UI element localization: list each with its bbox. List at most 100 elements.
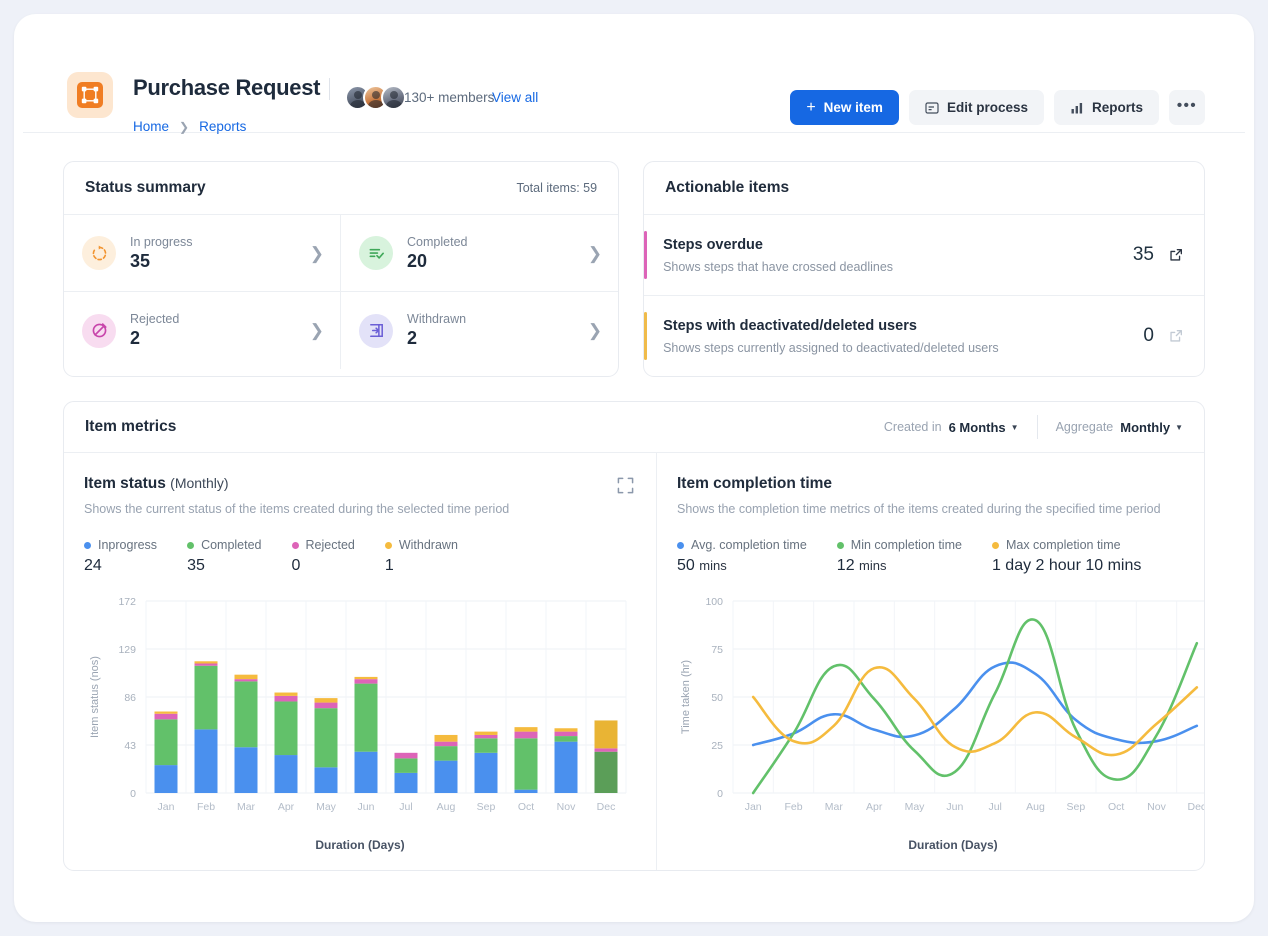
legend-value: 1 day 2 hour 10 mins	[992, 557, 1141, 575]
item-status-bar-chart: Item status (nos) 0 43 86 129 172 Jan Feb Mar Apr…	[89, 596, 627, 813]
item-status-legend: Inprogress 24 Completed 35 Rejected 0 Wi…	[84, 538, 636, 575]
status-cell-text: Completed 20	[407, 235, 574, 272]
item-metrics-title: Item metrics	[85, 418, 177, 435]
status-cell-in-progress[interactable]: In progress 35 ❯	[64, 215, 342, 292]
item-status-plot: Item status (nos) 0 43 86 129 172 Jan Feb Mar Apr…	[84, 591, 636, 852]
new-item-label: New item	[823, 100, 883, 115]
svg-text:Oct: Oct	[518, 801, 534, 813]
breadcrumb-item-home[interactable]: Home	[133, 119, 169, 134]
status-label: In progress	[130, 234, 193, 249]
member-avatars[interactable]	[345, 85, 406, 110]
more-options-button[interactable]: •••	[1169, 90, 1205, 125]
external-link-icon	[1168, 328, 1184, 344]
legend-top: Rejected	[291, 538, 355, 552]
svg-text:Sep: Sep	[1066, 801, 1085, 813]
legend-value-unit: mins	[859, 558, 887, 573]
page-body: Status summary Total items: 59 In progre…	[23, 133, 1245, 871]
network-nodes-icon	[77, 82, 103, 108]
reports-label: Reports	[1091, 100, 1143, 115]
svg-text:Apr: Apr	[866, 801, 883, 813]
legend-top: Completed	[187, 538, 262, 552]
aggregate-dropdown[interactable]: Monthly ▼	[1120, 420, 1183, 435]
status-grid: In progress 35 ❯ Completed 20 ❯ Rejected…	[64, 215, 619, 369]
completion-time-title: Item completion time	[677, 475, 833, 492]
actionable-row-title: Steps with deactivated/deleted users	[663, 317, 917, 334]
legend-dot-icon	[836, 541, 844, 549]
svg-text:Oct: Oct	[1108, 801, 1124, 813]
svg-text:Aug: Aug	[437, 801, 456, 813]
app-inner: Purchase Request 130+ members View all H…	[23, 23, 1245, 913]
external-link-icon[interactable]	[1168, 247, 1184, 263]
item-status-panel: Item status (Monthly) Shows the current …	[64, 453, 657, 870]
svg-text:May: May	[905, 801, 926, 813]
ellipsis-icon: •••	[1176, 96, 1198, 114]
actionable-row-count: 35	[1132, 244, 1154, 265]
svg-text:May: May	[316, 801, 337, 813]
item-status-title-main: Item status	[84, 475, 166, 492]
legend-value: 35	[187, 557, 205, 574]
svg-text:Nov: Nov	[557, 801, 576, 813]
actionable-row-steps-overdue[interactable]: Steps overdue Shows steps that have cros…	[644, 215, 1204, 296]
bar-chart-icon	[1070, 101, 1084, 115]
status-value: 20	[407, 250, 428, 271]
header-actions: + New item Edit process Reports •••	[790, 90, 1205, 125]
svg-text:0: 0	[717, 788, 723, 800]
legend-top: Min completion time	[836, 538, 962, 552]
svg-text:0: 0	[130, 788, 136, 800]
plus-icon: +	[806, 98, 816, 116]
svg-text:Time taken (hr): Time taken (hr)	[680, 660, 692, 734]
breadcrumb-item-reports[interactable]: Reports	[199, 119, 246, 134]
status-cell-completed[interactable]: Completed 20 ❯	[341, 215, 619, 292]
completion-time-legend: Avg. completion time 50 mins Min complet…	[677, 538, 1204, 575]
status-label: Rejected	[130, 312, 180, 326]
legend-dot-icon	[187, 541, 195, 549]
status-cell-text: In progress 35	[130, 235, 296, 272]
actionable-row-deactivated-users[interactable]: Steps with deactivated/deleted users Sho…	[644, 296, 1204, 376]
created-in-dropdown[interactable]: 6 Months ▼	[949, 420, 1019, 435]
aggregate-label: Aggregate	[1055, 420, 1114, 434]
block-circle-icon	[82, 313, 116, 348]
svg-text:Dec: Dec	[597, 801, 616, 813]
chevron-down-icon: ▼	[1010, 422, 1019, 432]
aggregate-value: Monthly	[1120, 419, 1171, 435]
status-summary-header: Status summary Total items: 59	[64, 162, 619, 215]
legend-top: Inprogress	[84, 538, 157, 552]
process-icon	[925, 101, 939, 115]
app-logo	[67, 72, 113, 118]
reports-button[interactable]: Reports	[1053, 90, 1159, 125]
screen-root: Purchase Request 130+ members View all H…	[0, 0, 1268, 936]
status-summary-title: Status summary	[85, 179, 206, 196]
page-title: Purchase Request	[133, 75, 321, 100]
legend-item-max-completion: Max completion time 1 day 2 hour 10 mins	[991, 538, 1141, 575]
actionable-row-text: Steps with deactivated/deleted users Sho…	[663, 318, 1143, 355]
legend-value-number: 12	[836, 557, 855, 574]
svg-text:Jan: Jan	[158, 801, 175, 813]
svg-text:Feb: Feb	[784, 801, 802, 813]
completion-time-plot: Time taken (hr) 0 25 50 75 100 Jan Feb Mar Apr May…	[677, 591, 1204, 852]
bar-chart-xlabel: Duration (Days)	[315, 838, 405, 852]
edit-process-button[interactable]: Edit process	[908, 90, 1044, 125]
item-status-desc: Shows the current status of the items cr…	[84, 502, 510, 516]
members-count: 130+ members	[404, 90, 495, 105]
status-label: Withdrawn	[407, 312, 467, 326]
legend-value-unit: mins	[699, 558, 727, 573]
created-in-value: 6 Months	[948, 419, 1006, 435]
legend-dot-icon	[677, 541, 684, 549]
legend-name: Completed	[201, 538, 262, 552]
legend-dot-icon	[384, 541, 392, 549]
legend-value: 12 mins	[837, 557, 962, 575]
total-items-label: Total items: 59	[516, 181, 598, 195]
charts-row: Item status (Monthly) Shows the current …	[64, 453, 1204, 870]
expand-icon[interactable]	[617, 477, 634, 494]
svg-text:Mar: Mar	[825, 801, 844, 813]
svg-text:Jul: Jul	[399, 801, 412, 813]
status-cell-withdrawn[interactable]: Withdrawn 2 ❯	[341, 292, 618, 369]
chevron-right-icon: ❯	[587, 243, 603, 263]
legend-value-number: 1 day 2 hour 10 mins	[991, 557, 1142, 574]
view-all-members-link[interactable]: View all	[492, 90, 538, 105]
avatar	[381, 85, 406, 110]
new-item-button[interactable]: + New item	[790, 90, 899, 125]
item-metrics-header: Item metrics Created in 6 Months ▼ Aggre…	[64, 402, 1204, 453]
status-cell-rejected[interactable]: Rejected 2 ❯	[64, 292, 342, 369]
actionable-items-header: Actionable items	[644, 162, 1204, 215]
